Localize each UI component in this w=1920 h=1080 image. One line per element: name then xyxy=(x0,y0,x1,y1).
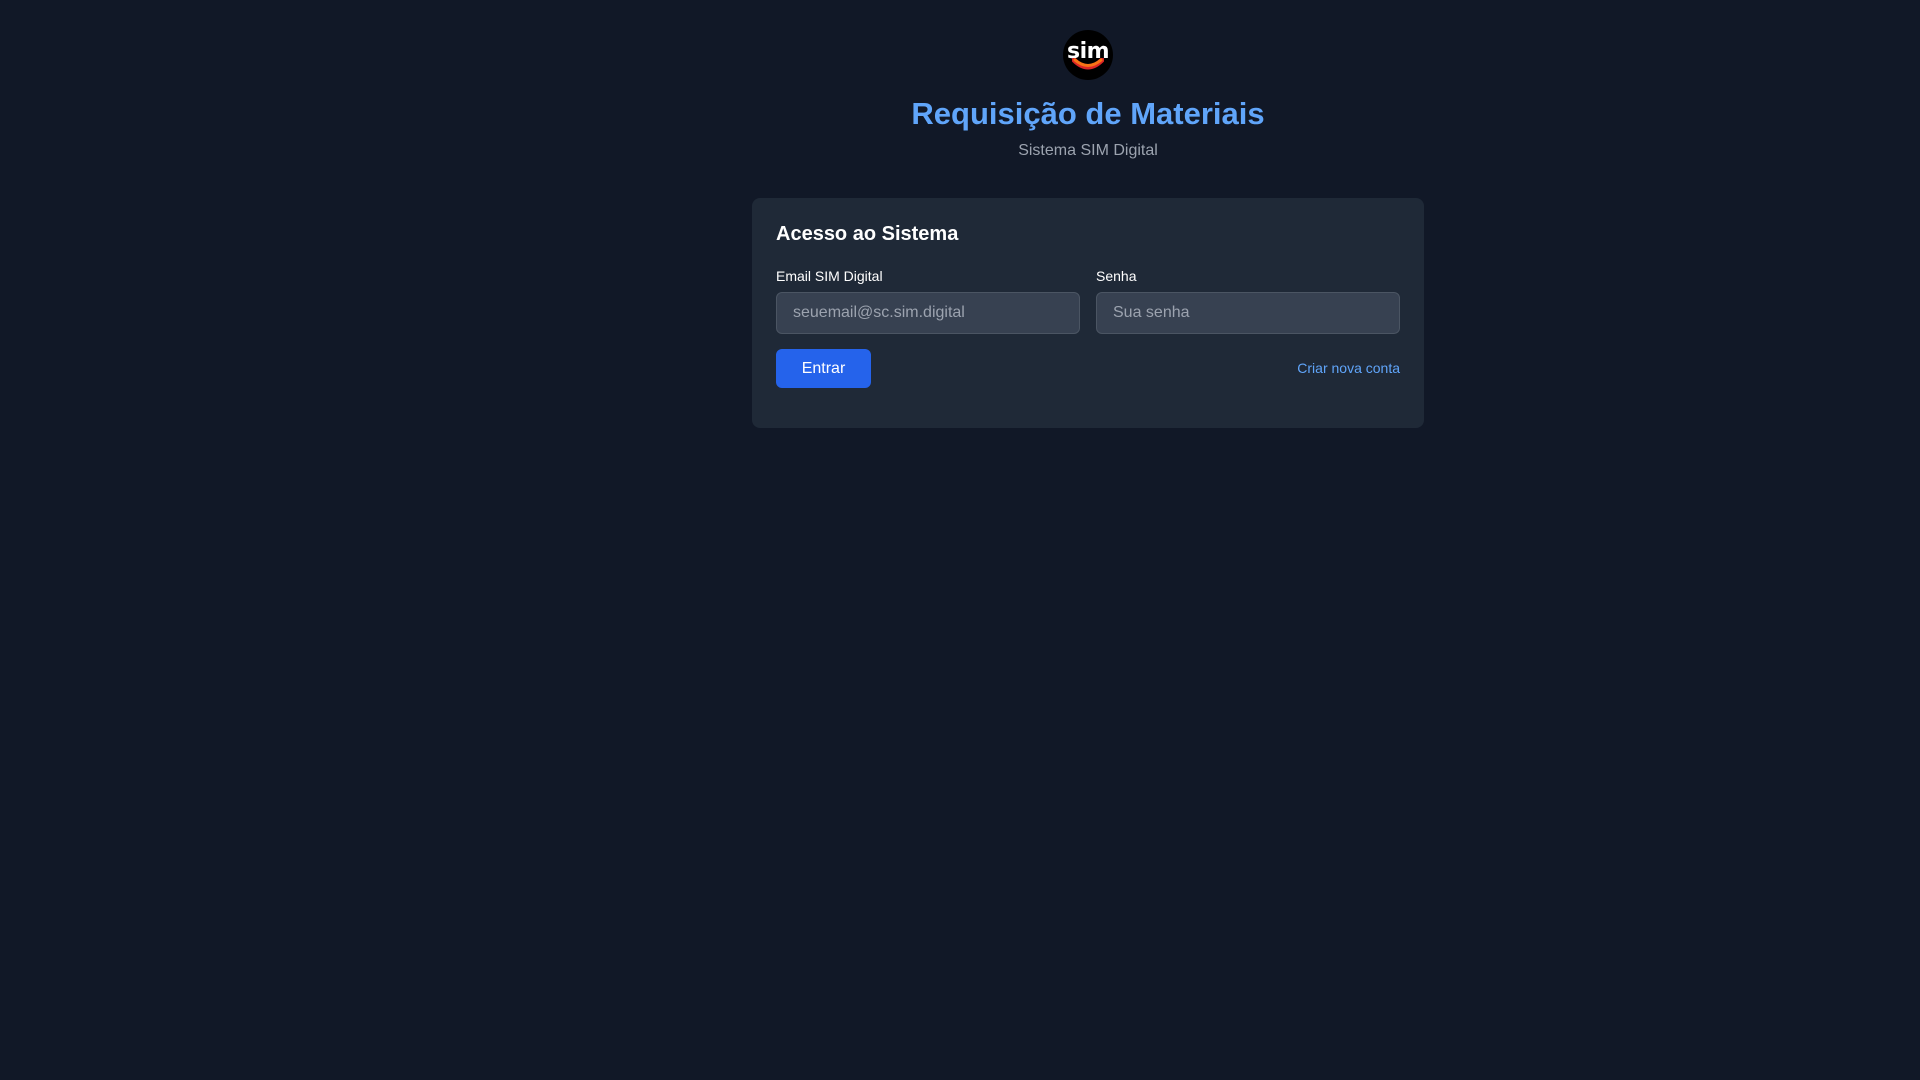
smile-icon xyxy=(1072,58,1104,70)
page-subtitle: Sistema SIM Digital xyxy=(1018,142,1158,159)
login-card: Acesso ao Sistema Email SIM Digital Senh… xyxy=(752,198,1424,428)
email-field-group: Email SIM Digital xyxy=(776,268,1080,334)
email-label: Email SIM Digital xyxy=(776,268,883,284)
password-label: Senha xyxy=(1096,268,1137,284)
page-title: Requisição de Materiais xyxy=(911,96,1265,131)
password-input[interactable] xyxy=(1096,292,1400,334)
sim-logo: sim xyxy=(1063,30,1113,80)
email-input[interactable] xyxy=(776,292,1080,334)
login-card-title: Acesso ao Sistema xyxy=(776,223,959,245)
login-page: sim Requisição de Materiais Sistema SIM … xyxy=(0,0,1920,1080)
password-field-group: Senha xyxy=(1096,268,1400,334)
login-button[interactable]: Entrar xyxy=(776,349,871,388)
create-account-link[interactable]: Criar nova conta xyxy=(1297,359,1400,377)
page-header: sim Requisição de Materiais Sistema SIM … xyxy=(0,30,1920,159)
